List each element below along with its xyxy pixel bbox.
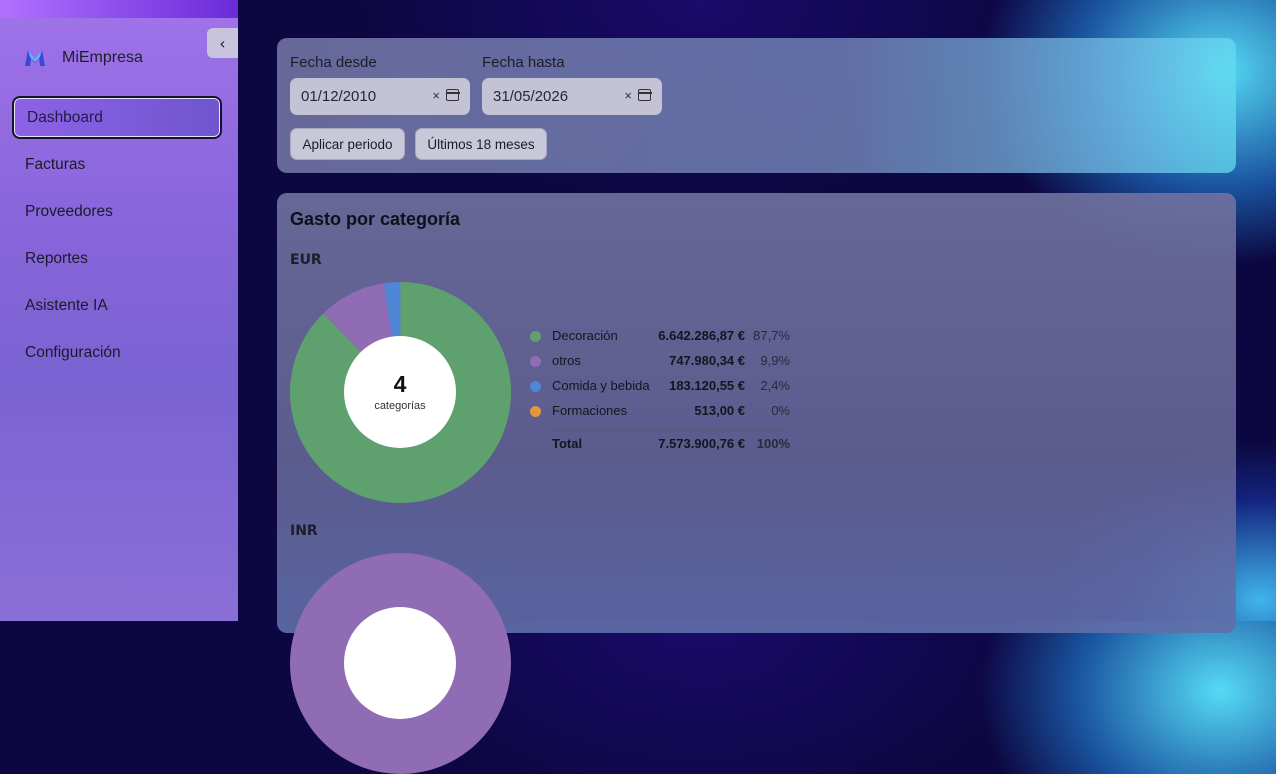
brand[interactable]: MiEmpresa	[24, 49, 143, 67]
eur-legend: Decoración 6.642.286,87 € 87,7% otros 74…	[530, 326, 790, 426]
legend-row[interactable]: Comida y bebida 183.120,55 € 2,4%	[530, 376, 790, 401]
legend-divider	[552, 430, 790, 431]
brand-logo-icon	[24, 49, 46, 67]
legend-percent: 2,4%	[760, 378, 790, 393]
date-to-input[interactable]: 31/05/2026 ×	[482, 78, 662, 115]
sidebar-nav: Dashboard Facturas Proveedores Reportes …	[12, 96, 222, 378]
sidebar-item-proveedores[interactable]: Proveedores	[12, 190, 222, 233]
legend-total-row: Total 7.573.900,76 € 100%	[530, 434, 790, 459]
legend-percent: 0%	[771, 403, 790, 418]
donut-center: 4 categorías	[344, 336, 456, 448]
date-from-label: Fecha desde	[290, 54, 377, 71]
calendar-icon[interactable]	[446, 89, 459, 101]
legend-row[interactable]: otros 747.980,34 € 9,9%	[530, 351, 790, 376]
legend-name: otros	[552, 353, 581, 368]
sidebar-item-dashboard[interactable]: Dashboard	[12, 96, 222, 139]
legend-name: Decoración	[552, 328, 618, 343]
brand-name: MiEmpresa	[62, 49, 143, 67]
legend-value: 183.120,55 €	[669, 378, 745, 393]
legend-value: 513,00 €	[694, 403, 745, 418]
legend-row[interactable]: Decoración 6.642.286,87 € 87,7%	[530, 326, 790, 351]
date-from-value: 01/12/2010	[301, 88, 376, 105]
category-count-label: categorías	[374, 400, 425, 412]
currency-heading-eur: EUR	[290, 252, 322, 268]
clear-date-from-icon[interactable]: ×	[432, 88, 440, 103]
inr-donut-center	[344, 607, 456, 719]
legend-value: 6.642.286,87 €	[658, 328, 745, 343]
legend-dot	[530, 356, 541, 367]
sidebar-item-reportes[interactable]: Reportes	[12, 237, 222, 280]
section-title: Gasto por categoría	[290, 209, 460, 230]
legend-name: Formaciones	[552, 403, 627, 418]
legend-percent: 9,9%	[760, 353, 790, 368]
legend-percent: 87,7%	[753, 328, 790, 343]
legend-row[interactable]: Formaciones 513,00 € 0%	[530, 401, 790, 426]
date-to-value: 31/05/2026	[493, 88, 568, 105]
clear-date-to-icon[interactable]: ×	[624, 88, 632, 103]
calendar-icon[interactable]	[638, 89, 651, 101]
legend-dot	[530, 406, 541, 417]
sidebar-item-configuracion[interactable]: Configuración	[12, 331, 222, 374]
apply-period-button[interactable]: Aplicar periodo	[290, 128, 405, 160]
last-18-months-button[interactable]: Últimos 18 meses	[415, 128, 547, 160]
chevron-left-icon: ‹	[219, 34, 225, 53]
sidebar-item-facturas[interactable]: Facturas	[12, 143, 222, 186]
legend-dot	[530, 331, 541, 342]
category-count: 4	[394, 372, 407, 396]
total-label: Total	[552, 436, 582, 451]
collapse-sidebar-button[interactable]: ‹	[207, 28, 238, 58]
total-value: 7.573.900,76 €	[658, 436, 745, 451]
legend-name: Comida y bebida	[552, 378, 650, 393]
sidebar-item-asistente-ia[interactable]: Asistente IA	[12, 284, 222, 327]
period-filter-card: Fecha desde Fecha hasta 01/12/2010 × 31/…	[277, 38, 1236, 173]
currency-heading-inr: INR	[290, 523, 318, 539]
date-to-label: Fecha hasta	[482, 54, 565, 71]
sidebar-top-strip	[0, 0, 238, 18]
legend-dot	[530, 381, 541, 392]
spend-by-category-card: Gasto por categoría EUR 4 categorías Dec…	[277, 193, 1236, 633]
total-percent: 100%	[757, 436, 790, 451]
legend-value: 747.980,34 €	[669, 353, 745, 368]
date-from-input[interactable]: 01/12/2010 ×	[290, 78, 470, 115]
